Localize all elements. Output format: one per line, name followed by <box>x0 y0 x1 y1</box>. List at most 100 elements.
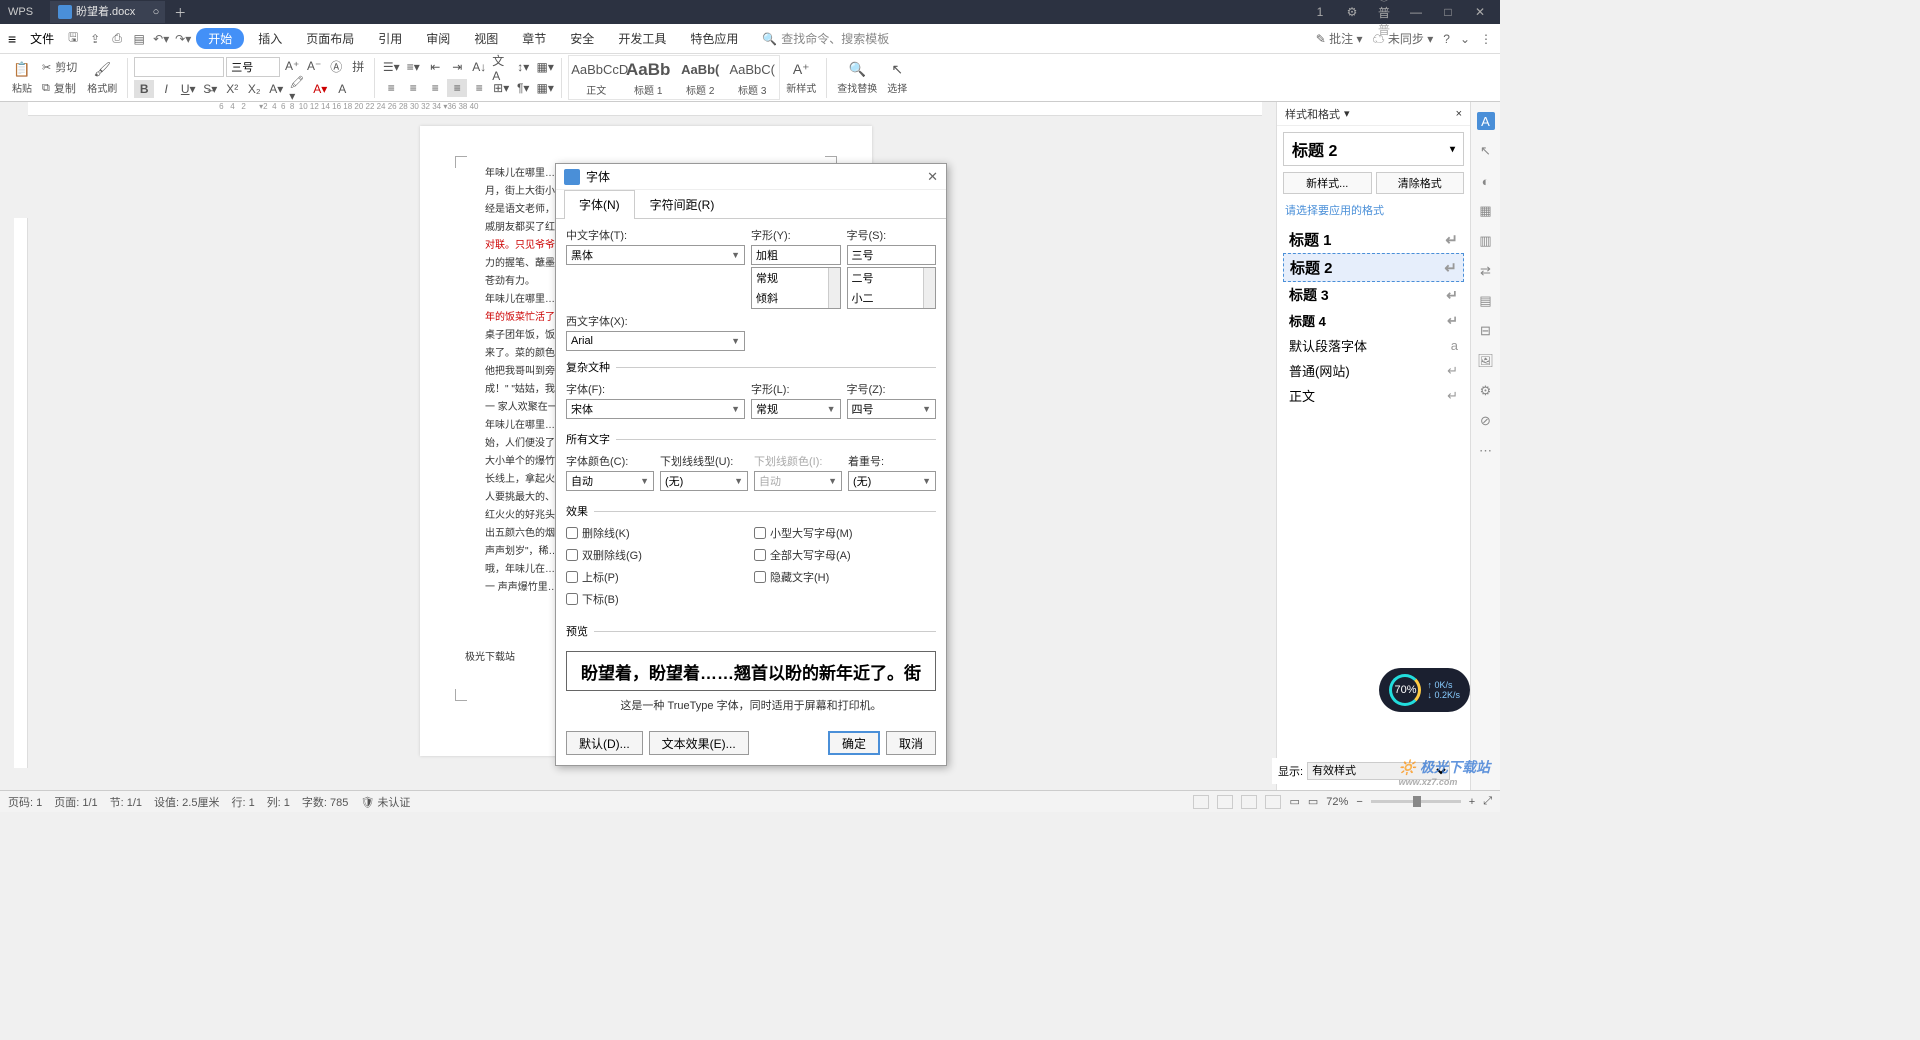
tab-view[interactable]: 视图 <box>464 30 508 47</box>
fit-width-icon[interactable]: ▭ <box>1308 795 1318 808</box>
style-gallery[interactable]: AaBbCcD正文 AaBb标题 1 AaBb(标题 2 AaBbC(标题 3 <box>568 55 780 100</box>
status-page[interactable]: 页码: 1 <box>8 794 42 810</box>
new-style-panel-button[interactable]: 新样式... <box>1283 172 1372 194</box>
save-icon[interactable]: 🖫 <box>64 30 82 48</box>
command-search[interactable]: 🔍 查找命令、搜索模板 <box>762 30 889 47</box>
print-preview-icon[interactable]: ▤ <box>130 30 148 48</box>
emphasis-combo[interactable]: (无)▼ <box>848 471 936 491</box>
cancel-button[interactable]: 取消 <box>886 731 936 755</box>
indent-inc-button[interactable]: ⇥ <box>447 58 467 76</box>
phonetic-icon[interactable]: 拼 <box>348 57 368 75</box>
badge-icon[interactable]: 1 <box>1310 5 1330 19</box>
hidden-checkbox[interactable]: 隐藏文字(H) <box>754 569 936 585</box>
default-button[interactable]: 默认(D)... <box>566 731 643 755</box>
fullscreen-icon[interactable]: ⤢ <box>1483 795 1492 808</box>
dialog-close-icon[interactable]: ✕ <box>927 169 938 185</box>
sub-checkbox[interactable]: 下标(B) <box>566 591 748 607</box>
cn-font-combo[interactable]: 黑体▼ <box>566 245 745 265</box>
font-size-combo[interactable] <box>226 57 280 77</box>
cut-button[interactable]: ✂ 剪切 <box>38 58 81 76</box>
print-icon[interactable]: ⎙ <box>108 30 126 48</box>
gift-icon[interactable]: ⚙ <box>1342 5 1362 19</box>
format-painter-button[interactable]: 🖌格式刷 <box>83 60 121 95</box>
redo-icon[interactable]: ↷▾ <box>174 30 192 48</box>
style-item-body[interactable]: 正文↵ <box>1283 383 1464 408</box>
highlight-button[interactable]: 🖍▾ <box>288 80 308 98</box>
status-auth[interactable]: 🛡 未认证 <box>360 794 410 810</box>
tab-close-icon[interactable]: ○ <box>153 1 160 23</box>
listbox-scrollbar[interactable] <box>923 268 935 308</box>
remark-button[interactable]: ✎ 批注 ▾ <box>1316 30 1363 47</box>
export-icon[interactable]: ⇪ <box>86 30 104 48</box>
undo-icon[interactable]: ↶▾ <box>152 30 170 48</box>
zoom-slider[interactable] <box>1371 800 1461 803</box>
status-words[interactable]: 字数: 785 <box>302 794 348 810</box>
view-reading-icon[interactable] <box>1265 795 1281 809</box>
text-effect-button[interactable]: 文本效果(E)... <box>649 731 749 755</box>
shading-button[interactable]: ▦▾ <box>535 58 555 76</box>
style-item-h4[interactable]: 标题 4↵ <box>1283 308 1464 333</box>
text-color-button[interactable]: A▾ <box>310 80 330 98</box>
more-icon[interactable]: ⋮ <box>1480 32 1492 46</box>
styles-panel-close-icon[interactable]: × <box>1456 108 1462 120</box>
help-icon[interactable]: ? <box>1443 32 1450 46</box>
numbering-button[interactable]: ≡▾ <box>403 58 423 76</box>
clear-format-panel-button[interactable]: 清除格式 <box>1376 172 1465 194</box>
sidebar-select-icon[interactable]: ↖ <box>1477 142 1495 160</box>
zoom-value[interactable]: 72% <box>1326 796 1348 808</box>
tab-security[interactable]: 安全 <box>560 30 604 47</box>
current-style-display[interactable]: 标题 2▾ <box>1283 132 1464 166</box>
sync-button[interactable]: ☁ 未同步 ▾ <box>1373 30 1434 47</box>
complex-font-combo[interactable]: 宋体▼ <box>566 399 745 419</box>
strike-checkbox[interactable]: 删除线(K) <box>566 525 748 541</box>
style-h3[interactable]: AaBbC(标题 3 <box>727 58 777 97</box>
sort-button[interactable]: A↓ <box>469 58 489 76</box>
zoom-out-button[interactable]: − <box>1356 796 1362 808</box>
dstrike-checkbox[interactable]: 双删除线(G) <box>566 547 748 563</box>
sidebar-style-icon[interactable]: A <box>1477 112 1495 130</box>
size-listbox[interactable]: 二号 小二 三号 <box>847 267 937 309</box>
tab-devtools[interactable]: 开发工具 <box>608 30 676 47</box>
find-replace-button[interactable]: 🔍查找替换 <box>833 60 881 95</box>
style-input[interactable]: 加粗 <box>751 245 841 265</box>
new-tab-button[interactable]: ＋ <box>165 4 195 21</box>
bullets-button[interactable]: ☰▾ <box>381 58 401 76</box>
view-print-layout-icon[interactable] <box>1193 795 1209 809</box>
align-left-button[interactable]: ≡ <box>381 79 401 97</box>
ok-button[interactable]: 确定 <box>828 731 880 755</box>
decrease-font-icon[interactable]: A⁻ <box>304 57 324 75</box>
copy-button[interactable]: ⧉ 复制 <box>38 79 81 97</box>
tab-references[interactable]: 引用 <box>368 30 412 47</box>
increase-font-icon[interactable]: A⁺ <box>282 57 302 75</box>
tab-layout[interactable]: 页面布局 <box>296 30 364 47</box>
collapse-ribbon-icon[interactable]: ⌄ <box>1460 32 1470 46</box>
indent-dec-button[interactable]: ⇤ <box>425 58 445 76</box>
sidebar-settings-icon[interactable]: ⚙ <box>1477 382 1495 400</box>
align-right-button[interactable]: ≡ <box>425 79 445 97</box>
style-listbox[interactable]: 常规 倾斜 加粗 <box>751 267 841 309</box>
tab-review[interactable]: 审阅 <box>416 30 460 47</box>
font-color-combo[interactable]: 自动▼ <box>566 471 654 491</box>
style-item-default-font[interactable]: 默认段落字体a <box>1283 333 1464 358</box>
sidebar-layers-icon[interactable]: ▦ <box>1477 202 1495 220</box>
borders-button[interactable]: ▦▾ <box>535 79 555 97</box>
tab-home[interactable]: 开始 <box>196 28 244 49</box>
tabs-button[interactable]: ⊞▾ <box>491 79 511 97</box>
tab-chapter[interactable]: 章节 <box>512 30 556 47</box>
align-distribute-button[interactable]: ≡ <box>469 79 489 97</box>
document-tab[interactable]: 盼望着.docx ○ <box>50 1 165 23</box>
view-web-icon[interactable] <box>1241 795 1257 809</box>
italic-button[interactable]: I <box>156 80 176 98</box>
complex-size-combo[interactable]: 四号▼ <box>847 399 937 419</box>
status-page-of[interactable]: 页面: 1/1 <box>54 794 97 810</box>
sidebar-image-icon[interactable]: 🖼 <box>1477 352 1495 370</box>
text-direction-button[interactable]: 文A <box>491 58 511 76</box>
style-item-h2[interactable]: 标题 2↵ <box>1283 253 1464 282</box>
paragraph-button[interactable]: ¶▾ <box>513 79 533 97</box>
status-section[interactable]: 节: 1/1 <box>110 794 142 810</box>
status-pos[interactable]: 设值: 2.5厘米 <box>154 794 219 810</box>
view-outline-icon[interactable] <box>1217 795 1233 809</box>
window-restore-button[interactable]: □ <box>1438 5 1458 19</box>
line-spacing-button[interactable]: ↕▾ <box>513 58 533 76</box>
strike-button[interactable]: S̶▾ <box>200 80 220 98</box>
